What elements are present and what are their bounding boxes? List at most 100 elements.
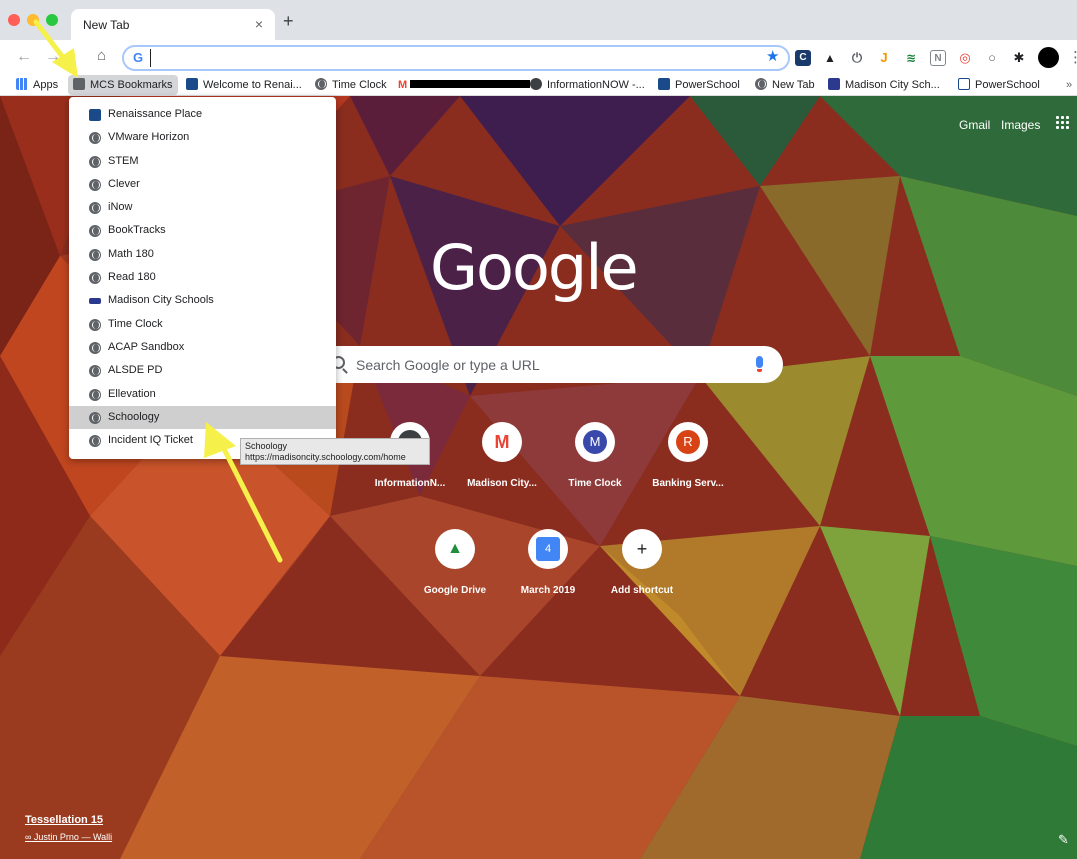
background-credit-author[interactable]: ∞ Justin Prno — Walli	[25, 832, 112, 842]
google-logo: Google	[430, 231, 639, 304]
extension-circle-icon[interactable]: ○	[984, 50, 1000, 66]
bookmark-renaissance[interactable]: Welcome to Renai...	[186, 75, 302, 95]
microphone-icon[interactable]	[756, 356, 763, 372]
toolbar: ← → ⌂ G ★ C ▲ ⏻ J ≋ N ◎ ○ ✱ ⋮	[0, 40, 1077, 75]
menu-item-madison-city-schools[interactable]: Madison City Schools	[69, 289, 336, 312]
folder-icon	[73, 78, 85, 90]
images-link[interactable]: Images	[1001, 118, 1040, 132]
menu-item-schoology[interactable]: Schoology	[69, 405, 336, 430]
home-button[interactable]: ⌂	[97, 47, 106, 65]
profile-avatar[interactable]	[1038, 47, 1059, 68]
bookmarks-overflow-icon[interactable]: »	[1066, 75, 1072, 95]
menu-item-ellevation[interactable]: Ellevation	[69, 383, 336, 406]
close-window-button[interactable]	[8, 14, 20, 26]
background-credit-title[interactable]: Tessellation 15	[25, 814, 103, 826]
menu-kebab-icon[interactable]: ⋮	[1068, 48, 1077, 66]
globe-icon	[89, 341, 101, 354]
calendar-icon: 4	[536, 537, 560, 561]
extension-target-icon[interactable]: ◎	[957, 50, 973, 66]
globe-icon	[89, 318, 101, 331]
tooltip-title: Schoology	[245, 441, 288, 451]
globe-icon	[89, 178, 101, 191]
extension-power-icon[interactable]: ⏻	[849, 50, 865, 66]
bookmark-powerschool-1[interactable]: PowerSchool	[658, 75, 740, 95]
extension-n-icon[interactable]: N	[930, 50, 946, 66]
menu-item-alsde-pd[interactable]: ALSDE PD	[69, 359, 336, 382]
extension-j-icon[interactable]: J	[876, 50, 892, 66]
shortcut-banking-services[interactable]: R Banking Serv...	[642, 422, 734, 502]
bookmark-gmail-redacted[interactable]: M	[398, 75, 531, 95]
tab-new-tab[interactable]: New Tab ×	[71, 9, 275, 40]
forward-button[interactable]: →	[45, 48, 61, 66]
menu-item-stem[interactable]: STEM	[69, 150, 336, 173]
gmail-icon: M	[490, 430, 514, 454]
globe-icon	[89, 411, 101, 424]
globe-icon	[89, 248, 101, 261]
extension-c-icon[interactable]: C	[795, 50, 811, 66]
banking-icon: R	[676, 430, 700, 454]
apps-grid-icon	[16, 78, 28, 90]
plus-icon: +	[630, 537, 654, 561]
google-apps-icon[interactable]	[1056, 116, 1070, 130]
globe-icon	[755, 78, 767, 90]
menu-item-acap-sandbox[interactable]: ACAP Sandbox	[69, 336, 336, 359]
madison-icon	[828, 78, 840, 90]
shortcut-label: Time Clock	[568, 478, 622, 489]
add-shortcut-button[interactable]: + Add shortcut	[596, 529, 688, 609]
powerschool-icon	[958, 78, 970, 90]
extension-wave-icon[interactable]: ≋	[903, 50, 919, 66]
bookmark-folder-menu: Renaissance Place VMware Horizon STEM Cl…	[69, 97, 336, 459]
bookmark-star-icon[interactable]: ★	[766, 47, 779, 65]
shortcut-label: Madison City...	[467, 478, 537, 489]
bookmark-apps[interactable]: Apps	[16, 75, 58, 95]
globe-icon	[89, 155, 101, 168]
menu-item-renaissance-place[interactable]: Renaissance Place	[69, 103, 336, 126]
shortcut-label: InformationN...	[374, 478, 446, 489]
maximize-window-button[interactable]	[46, 14, 58, 26]
menu-item-math-180[interactable]: Math 180	[69, 243, 336, 266]
time-clock-icon: M	[583, 430, 607, 454]
omnibox[interactable]: G	[122, 45, 790, 71]
bookmark-tooltip: Schoology https://madisoncity.schoology.…	[240, 438, 430, 465]
informationnow-icon	[530, 78, 542, 90]
shortcut-madison-city[interactable]: M Madison City...	[456, 422, 548, 502]
shortcut-march-2019[interactable]: 4 March 2019	[502, 529, 594, 609]
shortcut-google-drive[interactable]: ▲ Google Drive	[409, 529, 501, 609]
menu-item-read-180[interactable]: Read 180	[69, 266, 336, 289]
globe-icon	[89, 202, 101, 215]
renaissance-icon	[186, 78, 198, 90]
gmail-link[interactable]: Gmail	[959, 118, 990, 132]
tab-close-icon[interactable]: ×	[255, 16, 263, 32]
menu-item-time-clock[interactable]: Time Clock	[69, 313, 336, 336]
bookmark-powerschool-2[interactable]: PowerSchool	[958, 75, 1040, 95]
bookmark-folder-mcs[interactable]: MCS Bookmarks	[68, 75, 178, 95]
extensions-puzzle-icon[interactable]: ✱	[1011, 50, 1027, 66]
search-box[interactable]	[318, 346, 783, 383]
globe-icon	[89, 132, 101, 145]
extension-drive-icon[interactable]: ▲	[822, 50, 838, 66]
back-button[interactable]: ←	[16, 48, 32, 66]
redaction-bar	[410, 80, 531, 88]
shortcut-time-clock[interactable]: M Time Clock	[549, 422, 641, 502]
bookmark-time-clock[interactable]: Time Clock	[315, 75, 387, 95]
menu-item-inow[interactable]: iNow	[69, 196, 336, 219]
tab-strip: New Tab × +	[0, 0, 1077, 40]
menu-item-vmware-horizon[interactable]: VMware Horizon	[69, 126, 336, 149]
minimize-window-button[interactable]	[27, 14, 39, 26]
globe-icon	[89, 272, 101, 285]
powerschool-icon	[658, 78, 670, 90]
google-icon: G	[133, 50, 144, 65]
new-tab-button[interactable]: +	[283, 12, 294, 30]
bookmark-informationnow[interactable]: InformationNOW -...	[530, 75, 645, 95]
customize-pencil-icon[interactable]: ✎	[1058, 832, 1069, 848]
globe-icon	[89, 365, 101, 378]
menu-item-booktracks[interactable]: BookTracks	[69, 219, 336, 242]
bookmark-new-tab[interactable]: New Tab	[755, 75, 815, 95]
globe-icon	[89, 388, 101, 401]
shortcut-label: Banking Serv...	[652, 478, 724, 489]
bookmark-madison-city[interactable]: Madison City Sch...	[828, 75, 940, 95]
menu-item-clever[interactable]: Clever	[69, 173, 336, 196]
search-input[interactable]	[356, 355, 736, 375]
address-input[interactable]	[150, 49, 750, 67]
globe-icon	[89, 435, 101, 448]
